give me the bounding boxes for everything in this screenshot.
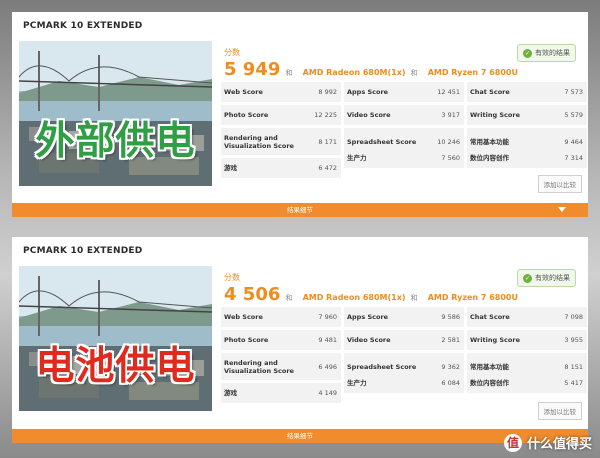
score-cell: Rendering and Visualization Score 8 171 [221,128,341,155]
score-cell: 游戏 6 472 [221,158,341,178]
add-to-compare-button[interactable]: 添加以比较 [537,402,582,420]
result-details-bar[interactable]: 结果细节 [12,203,588,217]
add-to-compare-button[interactable]: 添加以比较 [537,175,582,193]
result-card-external-power: PCMARK 10 EXTENDED 外部供电 分数 5 949 和 AMD R… [12,12,588,205]
score-cell: Web Score 8 992 [221,82,341,102]
score-cell: 生产力 6 084 [344,373,464,393]
cpu-name: AMD Ryzen 7 6800U [427,68,518,77]
score-label: 分数 [224,48,240,57]
score-header: 分数 4 506 和 AMD Radeon 680M(1x) 和 AMD Ryz… [224,273,518,305]
score-cell: 生产力 7 560 [344,148,464,168]
gpu-name: AMD Radeon 680M(1x) [302,68,406,77]
result-details-bar[interactable]: 结果细节 [12,429,588,443]
site-logo-icon: 值 [503,433,522,452]
score-cell: Photo Score 9 481 [221,330,341,350]
score-cell: Rendering and Visualization Score 6 496 [221,353,341,380]
gpu-name: AMD Radeon 680M(1x) [302,293,406,302]
score-header: 分数 5 949 和 AMD Radeon 680M(1x) 和 AMD Ryz… [224,48,518,80]
score-cell: Apps Score 9 586 [344,307,464,327]
score-cell: Chat Score 7 573 [467,82,587,102]
score-cell: Web Score 7 960 [221,307,341,327]
check-icon: ✓ [523,273,532,283]
score-label: 分数 [224,273,240,282]
score-cell: 数位内容创作 7 314 [467,148,587,168]
score-cell: 游戏 4 149 [221,383,341,403]
check-icon: ✓ [523,48,532,58]
sub-scores-grid: Web Score 8 992 Apps Score 12 451 Chat Sco… [221,82,587,178]
valid-result-badge: ✓ 有效的结果 [517,44,576,62]
score-cell: Writing Score 5 579 [467,105,587,125]
benchmark-thumbnail: 外部供电 [19,41,212,186]
score-cell: Writing Score 3 955 [467,330,587,350]
cpu-name: AMD Ryzen 7 6800U [427,293,518,302]
overlay-label: 外部供电 [35,119,196,164]
sub-scores-grid: Web Score 7 960 Apps Score 9 586 Chat Scor… [221,307,587,403]
score-cell: Photo Score 12 225 [221,105,341,125]
overall-score: 5 949 [224,59,281,80]
site-watermark: 值 什么值得买 [503,433,592,452]
benchmark-thumbnail: 电池供电 [19,266,212,411]
score-cell: Video Score 3 917 [344,105,464,125]
score-cell: Chat Score 7 098 [467,307,587,327]
panel-title: PCMARK 10 EXTENDED [23,246,143,256]
valid-result-badge: ✓ 有效的结果 [517,269,576,287]
score-cell: Video Score 2 581 [344,330,464,350]
overall-score: 4 506 [224,284,281,305]
panel-title: PCMARK 10 EXTENDED [23,21,143,31]
result-card-battery-power: PCMARK 10 EXTENDED 电池供电 分数 4 506 和 AMD R… [12,237,588,432]
overlay-label: 电池供电 [35,344,196,389]
score-cell: 数位内容创作 5 417 [467,373,587,393]
chevron-down-icon[interactable] [558,207,566,212]
score-cell: Apps Score 12 451 [344,82,464,102]
